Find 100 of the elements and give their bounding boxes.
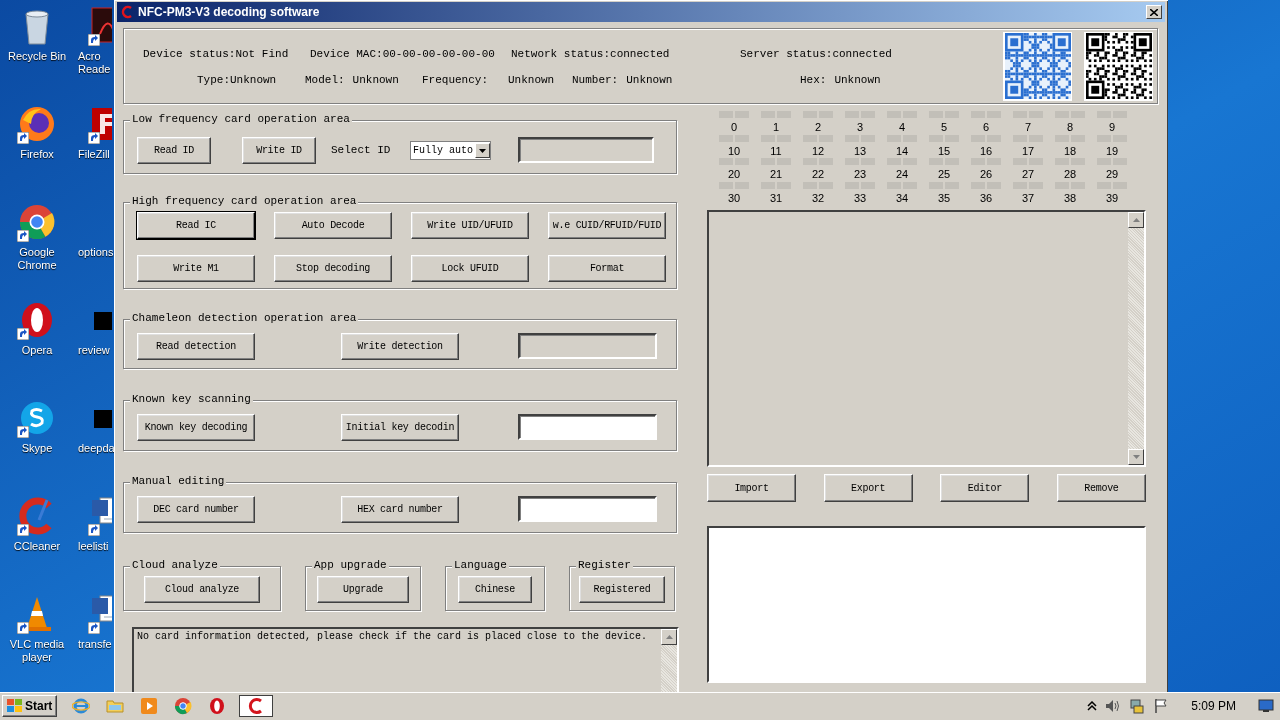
- group-title: Manual editing: [130, 475, 227, 487]
- info-value: Not Find: [235, 48, 289, 60]
- sector-number: 24: [895, 168, 909, 182]
- close-icon: [1150, 8, 1158, 16]
- sector-number: 33: [853, 191, 867, 205]
- button[interactable]: Write M1: [137, 255, 255, 282]
- sector-number: 21: [769, 168, 783, 182]
- sector-number: 10: [727, 144, 741, 158]
- info-value: Unknown: [352, 74, 399, 86]
- group-title: Language: [452, 559, 509, 571]
- chrome-icon[interactable]: [17, 202, 57, 242]
- c-logo-icon: [120, 5, 134, 19]
- button[interactable]: Format: [548, 255, 666, 282]
- taskbar-app[interactable]: [239, 695, 274, 717]
- close-button[interactable]: [1146, 5, 1162, 19]
- info-value: 00-00-00-00-00-00: [382, 48, 495, 60]
- desktop-icon-label[interactable]: leelisti: [78, 540, 109, 553]
- chrome-icon: [174, 697, 193, 715]
- button[interactable]: Initial key decodin: [341, 414, 459, 441]
- desktop-icon-label[interactable]: Skype: [21, 442, 53, 455]
- scroll-up-button[interactable]: [661, 629, 677, 645]
- sector-number: 9: [1108, 121, 1116, 134]
- desktop-icon-label[interactable]: VLC media player: [2, 638, 72, 664]
- input-field[interactable]: [518, 496, 657, 522]
- log-box[interactable]: No card information detected, please check if the card is placed close to the device.: [132, 627, 679, 692]
- button[interactable]: Read ID: [137, 137, 211, 164]
- log-text: No card information detected, please check if the card is placed close to the device.: [136, 630, 649, 644]
- scroll-down-button[interactable]: [1128, 449, 1144, 466]
- input-field[interactable]: [518, 414, 657, 440]
- speaker-icon[interactable]: [1105, 699, 1122, 713]
- button[interactable]: DEC card number: [137, 496, 255, 523]
- internet-explorer-icon: [72, 697, 91, 715]
- field-label: Select ID: [331, 143, 392, 158]
- button[interactable]: Registered: [579, 576, 665, 603]
- sector-number: 7: [1024, 121, 1032, 134]
- desktop-icon-label[interactable]: transfe: [78, 638, 112, 651]
- info-label: Server status:: [740, 48, 833, 60]
- desktop-icon-label[interactable]: FileZill: [78, 148, 110, 161]
- button[interactable]: Read IC: [137, 212, 255, 239]
- sector-number: 0: [730, 121, 738, 134]
- desktop-icon-label[interactable]: CCleaner: [13, 540, 61, 553]
- scroll-up-button[interactable]: [1128, 212, 1144, 229]
- sector-number: 14: [895, 144, 909, 158]
- sector-number: 12: [811, 144, 825, 158]
- group-title: High frequency card operation area: [130, 195, 359, 207]
- start-button[interactable]: Start: [2, 695, 58, 717]
- sector-number: 6: [982, 121, 990, 134]
- sector-number: 37: [1021, 191, 1035, 205]
- desktop-icon-label[interactable]: Acro Reade: [78, 50, 114, 76]
- scrollbar[interactable]: [1128, 212, 1144, 466]
- clock[interactable]: 5:09 PM: [1191, 699, 1236, 713]
- dropdown[interactable]: Fully auto: [410, 141, 491, 160]
- firefox-icon[interactable]: [17, 104, 57, 144]
- button[interactable]: Stop decoding: [274, 255, 392, 282]
- sector-number: 18: [1063, 144, 1077, 158]
- button[interactable]: Editor: [940, 474, 1030, 503]
- document-app-icon[interactable]: [88, 6, 112, 46]
- button[interactable]: Lock UFUID: [411, 255, 529, 282]
- button[interactable]: Cloud analyze: [144, 576, 260, 603]
- button[interactable]: w.e CUID/RFUID/FUID: [548, 212, 666, 239]
- monitor-icon[interactable]: [1258, 699, 1274, 713]
- button[interactable]: HEX card number: [341, 496, 459, 523]
- desktop-icon-label[interactable]: deepda: [78, 442, 114, 455]
- button[interactable]: Known key decoding: [137, 414, 255, 441]
- button[interactable]: Chinese: [458, 576, 532, 603]
- group-title: Low frequency card operation area: [130, 113, 352, 125]
- group-title: App upgrade: [312, 559, 389, 571]
- sector-number: 31: [769, 191, 783, 205]
- group-title: Register: [576, 559, 633, 571]
- desktop-icon-label[interactable]: options: [78, 246, 114, 259]
- button[interactable]: Upgrade: [317, 576, 409, 603]
- media-player-icon: [140, 697, 159, 715]
- network-icon[interactable]: [1129, 698, 1146, 714]
- button[interactable]: Write UID/UFUID: [411, 212, 529, 239]
- desktop-icon-label[interactable]: Google Chrome: [2, 246, 72, 272]
- button[interactable]: Export: [823, 474, 913, 503]
- button[interactable]: Write ID: [242, 137, 316, 164]
- button[interactable]: Read detection: [137, 333, 255, 360]
- desktop-icon-label[interactable]: review: [78, 344, 110, 357]
- desktop-icon-label[interactable]: Recycle Bin: [7, 50, 67, 63]
- chevron-up-icon[interactable]: [1087, 701, 1098, 711]
- button[interactable]: Auto Decode: [274, 212, 392, 239]
- sector-number: 19: [1105, 144, 1119, 158]
- button[interactable]: Remove: [1056, 474, 1146, 503]
- sector-number: 3: [856, 121, 864, 134]
- desktop-icon-label[interactable]: Opera: [21, 344, 53, 357]
- desktop-icon-label[interactable]: Firefox: [20, 148, 54, 161]
- up-arrow-icon: [665, 635, 673, 639]
- sector-number: 39: [1105, 191, 1119, 205]
- sector-number: 13: [853, 144, 867, 158]
- button[interactable]: Write detection: [341, 333, 459, 360]
- sector-number: 23: [853, 168, 867, 182]
- info-label: Frequency:: [422, 74, 488, 86]
- sector-number: 30: [727, 191, 741, 205]
- sector-number: 36: [979, 191, 993, 205]
- sector-number: 34: [895, 191, 909, 205]
- button[interactable]: Import: [707, 474, 796, 503]
- scrollbar[interactable]: [661, 629, 677, 692]
- qr-code-icon: [1004, 33, 1071, 99]
- flag-icon[interactable]: [1153, 698, 1170, 714]
